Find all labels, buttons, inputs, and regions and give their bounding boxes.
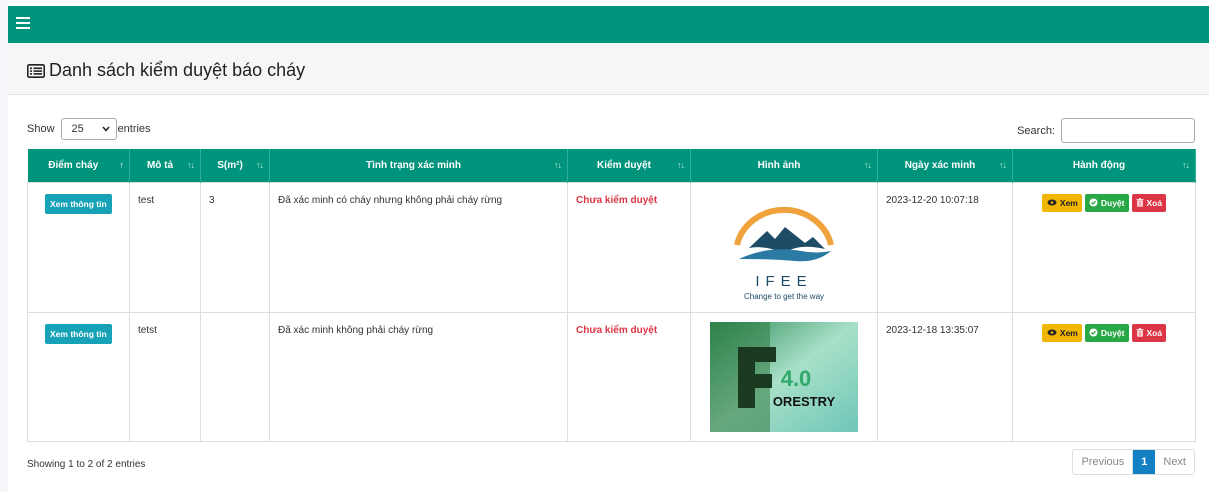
cell-description: tetst	[129, 311, 201, 442]
ifee-logo-image[interactable]: IFEE Change to get the way	[709, 193, 859, 303]
forestry-logo-image[interactable]: 4.0 ORESTRY	[710, 321, 858, 432]
cell-fire-point: Xem thông tin	[27, 181, 130, 313]
table-row: Xem thông tin tetst Đã xác minh không ph…	[27, 311, 1196, 442]
entries-label: entries	[117, 123, 151, 135]
hamburger-menu-icon[interactable]	[16, 17, 30, 29]
entries-select[interactable]: 25	[60, 118, 117, 140]
moderation-status: Chưa kiểm duyệt	[576, 324, 658, 336]
search-label: Search:	[1017, 124, 1055, 137]
eye-icon	[1047, 199, 1057, 206]
cell-actions: Xem Duyệt Xoá	[1012, 311, 1196, 442]
sort-icon: ↑↓	[864, 160, 872, 170]
column-header-verification[interactable]: Tình trạng xác minh ↑↓	[269, 149, 568, 182]
show-label: Show	[27, 123, 55, 135]
svg-text:4.0: 4.0	[781, 366, 812, 391]
chevron-down-icon	[101, 126, 110, 132]
column-header-description[interactable]: Mô tả ↑↓	[129, 149, 201, 182]
title-bar: Danh sách kiểm duyệt báo cháy	[8, 43, 1209, 95]
entries-select-value: 25	[71, 123, 84, 135]
approve-button[interactable]: Duyệt	[1084, 193, 1129, 212]
search-input[interactable]	[1061, 118, 1195, 143]
column-header-fire-point[interactable]: Điểm cháy ↑	[27, 149, 130, 182]
check-circle-icon	[1089, 328, 1098, 337]
sort-icon: ↑↓	[187, 160, 195, 170]
page-1-button[interactable]: 1	[1133, 450, 1156, 474]
fire-report-table: Điểm cháy ↑ Mô tả ↑↓ S(m²) ↑↓ Tình trạng xá…	[27, 149, 1196, 442]
svg-text:ORESTRY: ORESTRY	[773, 394, 836, 409]
column-header-image[interactable]: Hình ảnh ↑↓	[690, 149, 878, 182]
cell-verification: Đã xác minh có cháy nhưng không phải chá…	[269, 181, 568, 313]
sort-icon: ↑↓	[256, 160, 264, 170]
sort-icon: ↑↓	[999, 160, 1007, 170]
view-info-button[interactable]: Xem thông tin	[45, 323, 112, 344]
cell-actions: Xem Duyệt Xoá	[1012, 181, 1196, 313]
table-row: Xem thông tin test 3 Đã xác minh có cháy…	[27, 181, 1196, 313]
entries-control: Show 25 entries	[27, 118, 151, 140]
svg-text:Change to get the way: Change to get the way	[744, 292, 824, 301]
previous-page-button[interactable]: Previous	[1073, 450, 1134, 474]
cell-moderation: Chưa kiểm duyệt	[567, 311, 691, 442]
pagination: Previous 1 Next	[1072, 449, 1195, 475]
column-header-moderation[interactable]: Kiểm duyệt ↑↓	[567, 149, 691, 182]
column-header-area[interactable]: S(m²) ↑↓	[200, 149, 270, 182]
cell-image: 4.0 ORESTRY	[690, 311, 878, 442]
cell-date: 2023-12-18 13:35:07	[877, 311, 1013, 442]
cell-image: IFEE Change to get the way	[690, 181, 878, 313]
cell-area: 3	[200, 181, 270, 313]
cell-fire-point: Xem thông tin	[27, 311, 130, 442]
table-info: Showing 1 to 2 of 2 entries	[27, 459, 146, 470]
moderation-status: Chưa kiểm duyệt	[576, 194, 658, 206]
search-control: Search:	[1017, 118, 1195, 143]
view-button[interactable]: Xem	[1041, 323, 1082, 342]
list-icon	[27, 63, 45, 78]
cell-area	[200, 311, 270, 442]
table-header-row: Điểm cháy ↑ Mô tả ↑↓ S(m²) ↑↓ Tình trạng xá…	[27, 149, 1196, 182]
trash-icon	[1136, 198, 1143, 207]
column-header-actions[interactable]: Hành động ↑↓	[1012, 149, 1196, 182]
sort-icon: ↑↓	[677, 160, 685, 170]
approve-button[interactable]: Duyệt	[1084, 323, 1129, 342]
cell-verification: Đã xác minh không phải cháy rừng	[269, 311, 568, 442]
view-button[interactable]: Xem	[1041, 193, 1082, 212]
left-strip	[0, 0, 8, 492]
delete-button[interactable]: Xoá	[1131, 323, 1167, 342]
sort-icon: ↑↓	[554, 160, 562, 170]
cell-description: test	[129, 181, 201, 313]
svg-text:IFEE: IFEE	[755, 273, 812, 290]
trash-icon	[1136, 328, 1143, 337]
next-page-button[interactable]: Next	[1155, 450, 1194, 474]
sort-asc-icon: ↑	[119, 160, 124, 170]
cell-moderation: Chưa kiểm duyệt	[567, 181, 691, 313]
cell-date: 2023-12-20 10:07:18	[877, 181, 1013, 313]
page-title: Danh sách kiểm duyệt báo cháy	[27, 60, 305, 81]
sort-icon: ↑↓	[1182, 160, 1190, 170]
view-info-button[interactable]: Xem thông tin	[45, 193, 112, 214]
top-navbar	[8, 6, 1209, 43]
check-circle-icon	[1089, 198, 1098, 207]
eye-icon	[1047, 329, 1057, 336]
page-title-text: Danh sách kiểm duyệt báo cháy	[49, 60, 306, 80]
column-header-date[interactable]: Ngày xác minh ↑↓	[877, 149, 1013, 182]
delete-button[interactable]: Xoá	[1131, 193, 1167, 212]
